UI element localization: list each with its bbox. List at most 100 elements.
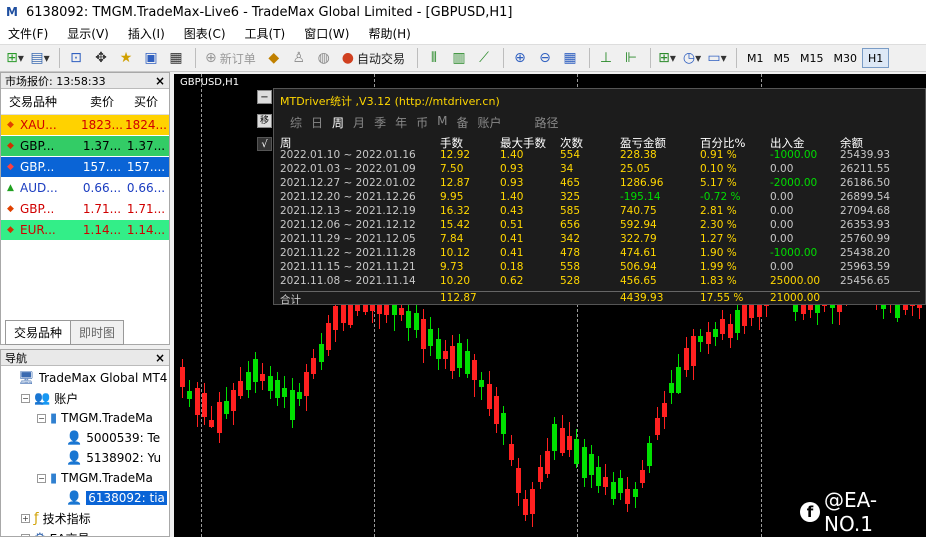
data-window-button[interactable]: ✥ (90, 47, 112, 69)
check-icon[interactable]: √ (257, 137, 272, 151)
menu-window[interactable]: 窗口(W) (304, 25, 349, 42)
periods-button[interactable]: ◷ ▾ (681, 47, 703, 69)
expand-toggle-icon[interactable]: + (21, 533, 30, 536)
expand-toggle-icon[interactable]: + (21, 513, 30, 523)
tab-tick-chart[interactable]: 即时图 (71, 320, 125, 345)
stats-tab[interactable]: 月 (353, 114, 365, 131)
close-icon[interactable]: × (155, 74, 165, 88)
col-bid[interactable]: 卖价 (81, 93, 123, 110)
market-watch-row[interactable]: ◆ GBP... 157.... 157.... (1, 157, 169, 178)
navigator-item-label: 5000539: Te (86, 431, 161, 445)
zoom-in-button[interactable]: ⊕ (509, 47, 531, 69)
menu-help[interactable]: 帮助(H) (368, 25, 410, 42)
stats-tab[interactable]: 年 (395, 114, 407, 131)
menu-tools[interactable]: 工具(T) (245, 25, 286, 42)
panel-toggle-button[interactable]: 移 (257, 114, 272, 128)
stats-tab[interactable]: 季 (374, 114, 386, 131)
stats-tab[interactable]: 币 (416, 114, 428, 131)
timeframe-h1[interactable]: H1 (861, 48, 890, 68)
candle-body (333, 305, 339, 331)
timeframe-m5[interactable]: M5 (768, 48, 795, 68)
stats-cell: 1286.96 (620, 177, 664, 189)
tab-symbols[interactable]: 交易品种 (5, 320, 72, 345)
stats-tab[interactable]: M (437, 114, 447, 131)
expand-toggle-icon[interactable]: − (37, 413, 46, 423)
stats-header-row: 周 手数 最大手数 次数 盈亏金额 百分比% 出入金 余额 (280, 135, 920, 150)
col-ask[interactable]: 买价 (123, 93, 169, 110)
stats-cell: 25456.65 (840, 275, 891, 287)
market-watch-row[interactable]: ◆ GBP... 1.37... 1.37... (1, 136, 169, 157)
market-watch-row[interactable]: ▲ AUD... 0.66... 0.66... (1, 178, 169, 199)
stats-cell: 0.91 % (700, 149, 737, 161)
candle-body (647, 442, 653, 466)
stats-tab[interactable]: 路径 (535, 114, 559, 131)
signals-button[interactable]: ♙ (288, 47, 310, 69)
candle-body (296, 392, 302, 399)
auto-scroll-button[interactable]: ⊩ (620, 47, 642, 69)
navigator-item[interactable]: − ▮ TMGM.TradeMa (1, 408, 169, 428)
indicators-button[interactable]: ⊞ ▾ (656, 47, 678, 69)
timeframe-m15[interactable]: M15 (795, 48, 829, 68)
navigator-button[interactable]: ★ (115, 47, 137, 69)
bar-chart-button[interactable]: ⫴ (423, 47, 445, 69)
navigator-item[interactable]: 👤 6138092: tia (1, 488, 169, 508)
expand-toggle-icon[interactable]: − (21, 393, 30, 403)
navigator-item[interactable]: 👤 5138902: Yu (1, 448, 169, 468)
col-symbol[interactable]: 交易品种 (1, 93, 81, 110)
menu-view[interactable]: 显示(V) (67, 25, 109, 42)
market-watch-row[interactable]: ◆ XAU... 1823... 1824... (1, 115, 169, 136)
zoom-out-button[interactable]: ⊖ (534, 47, 556, 69)
terminal-button[interactable]: ▣ (140, 47, 162, 69)
navigator-item[interactable]: − ▮ TMGM.TradeMa (1, 468, 169, 488)
candlestick-button[interactable]: ▥ (448, 47, 470, 69)
menu-insert[interactable]: 插入(I) (128, 25, 165, 42)
stats-cell: 0.93 (500, 177, 524, 189)
new-chart-button[interactable]: ⊞ ▾ (4, 47, 26, 69)
candle-body (661, 402, 667, 417)
menu-file[interactable]: 文件(F) (8, 25, 48, 42)
broadcast-button[interactable]: ◍ (313, 47, 335, 69)
candle-body (574, 439, 580, 464)
market-watch-row[interactable]: ◆ EUR... 1.14... 1.14... (1, 220, 169, 241)
stats-tab[interactable]: 账户 (477, 114, 501, 131)
stats-tab[interactable]: 日 (311, 114, 323, 131)
candle-body (515, 468, 521, 494)
candle-body (683, 348, 689, 371)
navigator-item[interactable]: + ⚙ EA交易 (1, 528, 169, 536)
market-watch-row[interactable]: ◆ GBP... 1.71... 1.71... (1, 199, 169, 220)
tile-windows-button[interactable]: ▦ (559, 47, 581, 69)
candle-body (420, 319, 426, 349)
timeframe-m1[interactable]: M1 (742, 48, 769, 68)
close-icon[interactable]: × (155, 351, 165, 365)
minimize-panel-button[interactable]: − (257, 90, 272, 104)
auto-trading-button[interactable]: ● 自动交易 (338, 47, 409, 69)
stats-cell: 2021.11.29 ~ 2021.12.05 (280, 233, 416, 245)
candle-body (720, 318, 726, 334)
menu-chart[interactable]: 图表(C) (184, 25, 226, 42)
chart-shift-button[interactable]: ⊥ (595, 47, 617, 69)
profiles-button[interactable]: ▤ ▾ (29, 47, 51, 69)
stats-tab[interactable]: 备 (456, 114, 468, 131)
navigator-item[interactable]: 👤 5000539: Te (1, 428, 169, 448)
stats-tab[interactable]: 周 (332, 114, 344, 131)
new-order-button[interactable]: ⊕ 新订单 (201, 47, 260, 69)
candle-body (523, 498, 529, 516)
navigator-item[interactable]: − 👥 账户 (1, 388, 169, 408)
candle-body (545, 451, 550, 474)
stats-panel-title: MTDriver统计 ,V3.12 (http://mtdriver.cn) (280, 95, 500, 108)
stats-tab[interactable]: 综 (290, 114, 302, 131)
stats-cell: 9.73 (440, 261, 464, 273)
candle-body (603, 477, 609, 487)
line-chart-button[interactable]: ⟋ (473, 47, 495, 69)
templates-button[interactable]: ▭ ▾ (706, 47, 728, 69)
stats-cell: 0.00 (770, 191, 794, 203)
stats-cell: 7.84 (440, 233, 464, 245)
metaeditor-button[interactable]: ◆ (263, 47, 285, 69)
market-watch-button[interactable]: ⊡ (65, 47, 87, 69)
navigator-item[interactable]: 🖥 TradeMax Global MT4 (1, 368, 169, 388)
strategy-tester-button[interactable]: ▦ (165, 47, 187, 69)
symbol-name: XAU... (20, 118, 57, 132)
timeframe-m30[interactable]: M30 (828, 48, 862, 68)
expand-toggle-icon[interactable]: − (37, 473, 46, 483)
navigator-item[interactable]: + ƒ 技术指标 (1, 508, 169, 528)
